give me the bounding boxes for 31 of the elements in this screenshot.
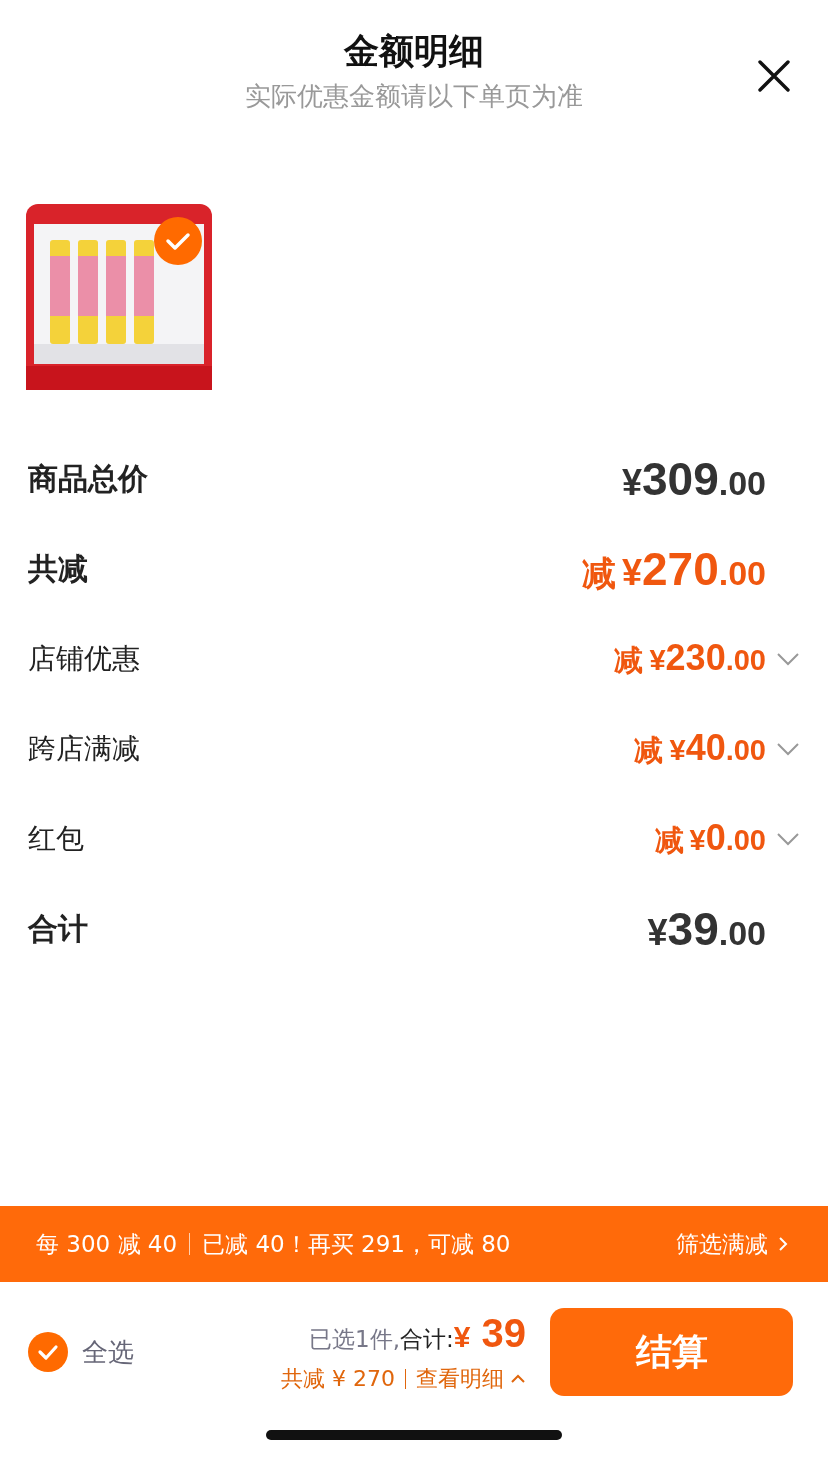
row-amount: 减 ¥40.00 <box>634 727 766 770</box>
chevron-down-icon[interactable] <box>776 652 800 666</box>
close-icon[interactable] <box>757 59 791 93</box>
chevron-right-icon[interactable] <box>778 1236 788 1252</box>
view-details-link[interactable]: 查看明细 <box>416 1363 504 1394</box>
selected-count: 已选1件, <box>309 1324 400 1354</box>
row-amount: ¥309.00 <box>621 452 766 506</box>
saved-amount: 共减 ¥ 270 <box>281 1364 395 1393</box>
sheet-subtitle: 实际优惠金额请以下单页为准 <box>245 80 583 113</box>
row-amount: 减 ¥230.00 <box>614 637 766 680</box>
row-amount: 减 ¥270.00 <box>581 541 766 597</box>
promo-rule: 每 300 减 40 <box>36 1229 178 1259</box>
row-label: 合计 <box>28 909 88 948</box>
chevron-down-icon[interactable] <box>776 832 800 846</box>
chevron-up-icon[interactable] <box>510 1373 526 1384</box>
total-price: ¥ 39 <box>453 1310 526 1356</box>
row-label: 商品总价 <box>28 459 148 498</box>
total-label: 合计: <box>399 1324 454 1354</box>
checkout-button[interactable]: 结算 <box>550 1308 793 1396</box>
row-label: 跨店满减 <box>28 731 140 767</box>
row-amount: 减 ¥0.00 <box>654 817 766 860</box>
checkbox[interactable] <box>28 1332 68 1372</box>
row-label: 店铺优惠 <box>28 641 140 677</box>
row-amount: ¥39.00 <box>647 902 766 956</box>
chevron-down-icon[interactable] <box>776 742 800 756</box>
select-all-label[interactable]: 全选 <box>82 1334 134 1370</box>
row-label: 红包 <box>28 821 84 857</box>
row-label: 共减 <box>28 549 88 588</box>
sheet-title: 金额明细 <box>344 30 484 73</box>
filter-link[interactable]: 筛选满减 <box>676 1228 768 1260</box>
check-icon[interactable] <box>154 217 202 265</box>
